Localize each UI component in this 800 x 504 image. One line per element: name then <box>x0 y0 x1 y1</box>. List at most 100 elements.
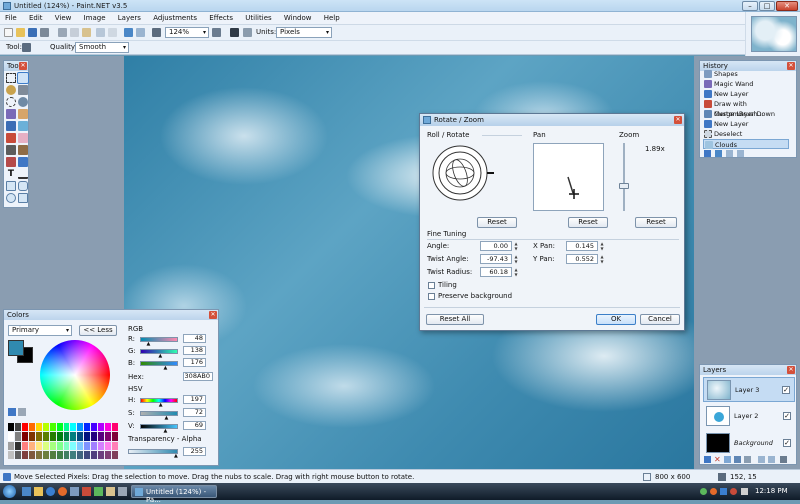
palette-swatch[interactable] <box>21 441 28 450</box>
layer-row[interactable]: Layer 3 ✓ <box>703 377 795 402</box>
deselect-icon[interactable] <box>108 28 117 37</box>
palette-swatch[interactable] <box>98 450 105 459</box>
tray-icon[interactable] <box>710 488 717 495</box>
palette-swatch[interactable] <box>35 441 42 450</box>
layer-visibility-checkbox[interactable]: ✓ <box>782 386 790 394</box>
rectangle-tool-icon[interactable] <box>6 181 16 191</box>
layers-close-icon[interactable]: ✕ <box>787 366 795 374</box>
angle-input[interactable]: 0.00 <box>480 241 512 251</box>
network-icon[interactable] <box>720 488 727 495</box>
minimize-button[interactable]: – <box>742 1 758 11</box>
image-thumbnail-tab[interactable] <box>745 12 800 56</box>
maximize-button[interactable]: □ <box>759 1 775 11</box>
zoom-in-icon[interactable] <box>212 28 221 37</box>
layer-row[interactable]: Background ✓ <box>703 431 795 456</box>
history-item[interactable]: New Layer <box>703 89 789 99</box>
palette-swatch[interactable] <box>77 432 84 441</box>
zoom-reset-button[interactable]: Reset <box>635 217 677 228</box>
palette-swatch[interactable] <box>49 423 56 432</box>
app-icon[interactable] <box>70 487 79 496</box>
twist-radius-stepper[interactable]: ▲ ▼ <box>513 267 519 277</box>
tiling-checkbox[interactable] <box>428 282 435 289</box>
palette-swatch[interactable] <box>77 423 84 432</box>
palette-swatch[interactable] <box>84 441 91 450</box>
dialog-close-icon[interactable]: ✕ <box>674 116 682 124</box>
s-input[interactable]: 72 <box>183 408 206 417</box>
menu-edit[interactable]: Edit <box>24 12 48 24</box>
palette-swatch[interactable] <box>8 450 14 459</box>
palette-swatch[interactable] <box>70 423 77 432</box>
angle-stepper[interactable]: ▲ ▼ <box>513 241 519 251</box>
add-layer-icon[interactable] <box>704 456 711 463</box>
color-picker-icon[interactable] <box>18 145 28 155</box>
palette-swatch[interactable] <box>112 423 118 432</box>
palette-swatch[interactable] <box>49 432 56 441</box>
palette-swatch[interactable] <box>70 450 77 459</box>
palette-swatch[interactable] <box>21 432 28 441</box>
volume-icon[interactable] <box>741 488 748 495</box>
ie-icon[interactable] <box>46 487 55 496</box>
line-tool-icon[interactable] <box>18 169 28 179</box>
grid-icon[interactable] <box>230 28 239 37</box>
history-item[interactable]: Shapes <box>703 69 789 79</box>
history-item[interactable]: Magic Wand <box>703 79 789 89</box>
palette-swatch[interactable] <box>91 441 98 450</box>
palette-swatch[interactable] <box>42 450 49 459</box>
palette-swatch[interactable] <box>28 432 35 441</box>
palette-swatch[interactable] <box>35 450 42 459</box>
g-slider-thumb[interactable]: ▲ <box>158 354 162 359</box>
b-slider-thumb[interactable]: ▲ <box>163 366 167 371</box>
cut-icon[interactable] <box>58 28 67 37</box>
palette-swatch[interactable] <box>91 432 98 441</box>
pan-icon[interactable] <box>18 109 28 119</box>
app-icon[interactable] <box>118 487 127 496</box>
move-layer-down-icon[interactable] <box>768 456 775 463</box>
print-icon[interactable] <box>40 28 49 37</box>
layer-visibility-checkbox[interactable]: ✓ <box>783 439 791 447</box>
alpha-input[interactable]: 255 <box>183 447 206 456</box>
ok-button[interactable]: OK <box>596 314 636 325</box>
eraser-icon[interactable] <box>18 133 28 143</box>
h-input[interactable]: 197 <box>183 395 206 404</box>
open-icon[interactable] <box>16 28 25 37</box>
undo-icon[interactable] <box>715 150 722 157</box>
zoom-dropdown[interactable]: 124% ▾ <box>165 27 209 38</box>
layer-visibility-checkbox[interactable]: ✓ <box>783 412 791 420</box>
alpha-slider[interactable] <box>128 449 178 454</box>
app-icon[interactable] <box>94 487 103 496</box>
palette-swatch[interactable] <box>49 450 56 459</box>
palette-swatch[interactable] <box>56 441 63 450</box>
roll-rotate-control[interactable] <box>428 143 498 203</box>
swap-colors-icon[interactable] <box>18 408 26 416</box>
lasso-icon[interactable] <box>6 85 16 95</box>
tray-icon[interactable] <box>700 488 707 495</box>
alpha-slider-thumb[interactable]: ▲ <box>174 454 178 459</box>
palette-swatch[interactable] <box>21 450 28 459</box>
palette-swatch[interactable] <box>8 423 14 432</box>
show-desktop-icon[interactable] <box>22 487 31 496</box>
palette-swatch[interactable] <box>56 450 63 459</box>
move-selected-icon[interactable] <box>18 85 28 95</box>
copy-icon[interactable] <box>70 28 79 37</box>
history-item[interactable]: New Layer <box>703 119 789 129</box>
new-icon[interactable] <box>4 28 13 37</box>
pan-area[interactable] <box>533 143 604 211</box>
palette-swatch[interactable] <box>35 432 42 441</box>
palette-swatch[interactable] <box>63 441 70 450</box>
ellipse-select-icon[interactable] <box>6 97 16 107</box>
palette-swatch[interactable] <box>91 423 98 432</box>
close-button[interactable]: ✕ <box>776 1 798 11</box>
redo-icon[interactable] <box>136 28 145 37</box>
palette-swatch[interactable] <box>63 432 70 441</box>
g-input[interactable]: 138 <box>183 346 206 355</box>
palette-swatch[interactable] <box>14 441 21 450</box>
b-slider[interactable] <box>140 361 178 366</box>
pan-reset-button[interactable]: Reset <box>568 217 608 228</box>
roll-reset-button[interactable]: Reset <box>477 217 517 228</box>
y-pan-stepper[interactable]: ▲ ▼ <box>599 254 605 264</box>
save-icon[interactable] <box>28 28 37 37</box>
palette-swatch[interactable] <box>77 441 84 450</box>
color-palette[interactable] <box>8 423 118 459</box>
reset-all-button[interactable]: Reset All <box>426 314 484 325</box>
rounded-rectangle-icon[interactable] <box>18 181 28 191</box>
